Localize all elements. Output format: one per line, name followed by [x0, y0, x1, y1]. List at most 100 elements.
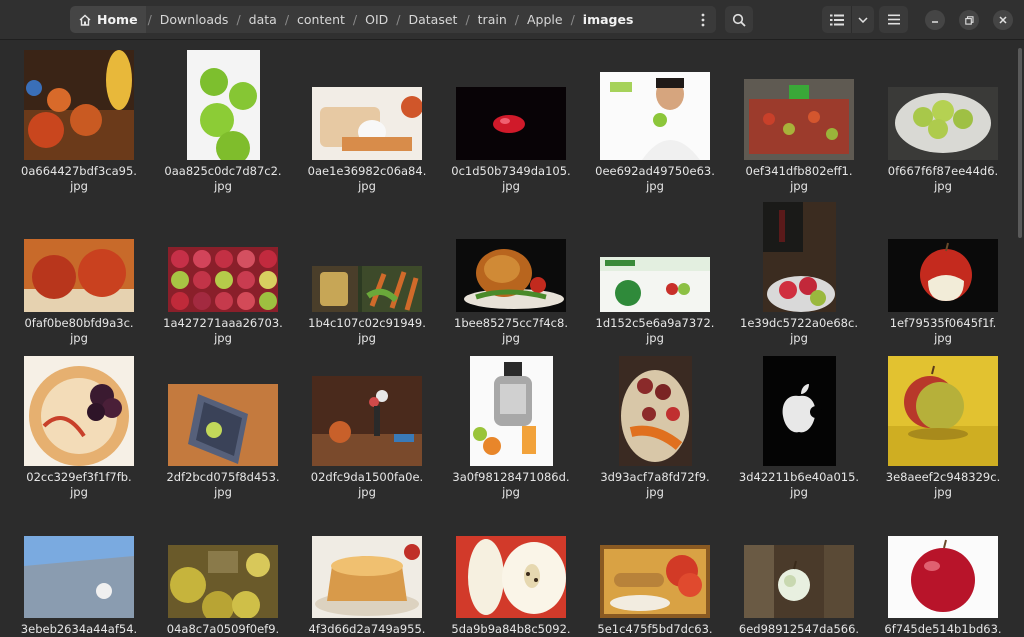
vertical-dots-icon — [701, 13, 705, 26]
header-bar: Home / Downloads / data / content / OID … — [0, 0, 1024, 40]
image-thumbnail — [456, 87, 566, 160]
file-item[interactable]: 4f3d66d2a749a955.jpg — [295, 508, 439, 637]
breadcrumb-train[interactable]: train — [472, 6, 513, 33]
file-name: 02dfc9da1500fa0e. jpg — [310, 470, 424, 499]
file-item[interactable]: 3ebeb2634a44af54.jpg — [7, 508, 151, 637]
file-name: 0ef341dfb802eff1. jpg — [745, 164, 853, 193]
file-item[interactable]: 1e39dc5722a0e68c. jpg — [727, 202, 871, 346]
file-name: 0faf0be80bfd9a3c. jpg — [24, 316, 134, 345]
breadcrumb-label: Apple — [526, 12, 563, 27]
search-icon — [732, 13, 746, 27]
file-item[interactable]: 1d152c5e6a9a7372. jpg — [583, 202, 727, 346]
minimize-icon — [932, 21, 938, 23]
vertical-scrollbar[interactable] — [1016, 40, 1022, 637]
search-button[interactable] — [725, 6, 753, 33]
image-thumbnail — [168, 545, 278, 618]
path-menu-button[interactable] — [690, 6, 716, 33]
file-name: 6f745de514b1bd63.jpg — [884, 622, 1002, 636]
image-thumbnail — [469, 356, 553, 466]
file-item[interactable]: 1b4c107c02c91949. jpg — [295, 202, 439, 346]
breadcrumb-data[interactable]: data — [243, 6, 283, 33]
breadcrumb-oid[interactable]: OID — [359, 6, 394, 33]
file-item[interactable]: 6ed98912547da566.jpg — [727, 508, 871, 637]
breadcrumb-images[interactable]: images — [577, 6, 640, 33]
file-item[interactable]: 0ae1e36982c06a84. jpg — [295, 50, 439, 194]
file-item[interactable]: 3a0f98128471086d. jpg — [439, 356, 583, 500]
file-item[interactable]: 02dfc9da1500fa0e. jpg — [295, 356, 439, 500]
image-thumbnail — [456, 536, 566, 618]
breadcrumb-separator: / — [147, 12, 152, 27]
image-thumbnail — [744, 79, 854, 160]
minimize-button[interactable] — [925, 10, 945, 30]
file-item[interactable]: 1a427271aaa26703. jpg — [151, 202, 295, 346]
image-thumbnail — [312, 536, 422, 618]
view-options-dropdown[interactable] — [851, 6, 874, 33]
image-thumbnail — [186, 50, 260, 160]
image-thumbnail — [168, 247, 278, 312]
file-name: 0c1d50b7349da105. jpg — [451, 164, 571, 193]
file-name: 0ee692ad49750e63. jpg — [595, 164, 715, 193]
close-button[interactable] — [993, 10, 1013, 30]
list-view-button[interactable] — [822, 6, 851, 33]
breadcrumb-label: Home — [97, 12, 138, 27]
breadcrumb-home[interactable]: Home — [70, 6, 146, 33]
file-item[interactable]: 5e1c475f5bd7dc63.jpg — [583, 508, 727, 637]
breadcrumb-separator: / — [514, 12, 519, 27]
file-item[interactable]: 0a664427bdf3ca95. jpg — [7, 50, 151, 194]
file-item[interactable]: 0ef341dfb802eff1. jpg — [727, 50, 871, 194]
file-item[interactable]: 1bee85275cc7f4c8. jpg — [439, 202, 583, 346]
file-name: 6ed98912547da566.jpg — [738, 622, 860, 636]
file-item[interactable]: 3e8aeef2c948329c. jpg — [871, 356, 1015, 500]
file-item[interactable]: 1ef79535f0645f1f. jpg — [871, 202, 1015, 346]
file-item[interactable]: 0c1d50b7349da105. jpg — [439, 50, 583, 194]
file-item[interactable]: 6f745de514b1bd63.jpg — [871, 508, 1015, 637]
image-thumbnail — [24, 50, 134, 160]
breadcrumb-label: data — [248, 12, 277, 27]
file-name: 0ae1e36982c06a84. jpg — [307, 164, 427, 193]
file-name: 0aa825c0dc7d87c2. jpg — [164, 164, 282, 193]
file-item[interactable]: 3d93acf7a8fd72f9. jpg — [583, 356, 727, 500]
file-name: 02cc329ef3f1f7fb. jpg — [26, 470, 132, 499]
file-item[interactable]: 0ee692ad49750e63. jpg — [583, 50, 727, 194]
file-item[interactable]: 0f667f6f87ee44d6. jpg — [871, 50, 1015, 194]
image-thumbnail — [888, 356, 998, 466]
file-item[interactable]: 5da9b9a84b8c5092.jpg — [439, 508, 583, 637]
file-item[interactable]: 3d42211b6e40a015. jpg — [727, 356, 871, 500]
breadcrumb-separator: / — [465, 12, 470, 27]
file-name: 0a664427bdf3ca95. jpg — [21, 164, 137, 193]
file-grid[interactable]: 0a664427bdf3ca95. jpg 0aa825c0dc7d87c2. jp… — [0, 40, 1016, 637]
file-name: 2df2bcd075f8d453. jpg — [166, 470, 280, 499]
path-bar[interactable]: Home / Downloads / data / content / OID … — [70, 6, 716, 33]
breadcrumb-apple[interactable]: Apple — [521, 6, 569, 33]
image-thumbnail — [744, 545, 854, 618]
breadcrumb-label: Dataset — [408, 12, 458, 27]
breadcrumb-separator: / — [236, 12, 241, 27]
maximize-button[interactable] — [959, 10, 979, 30]
file-name: 1e39dc5722a0e68c. jpg — [740, 316, 858, 345]
main-menu-button[interactable] — [879, 6, 908, 33]
file-item[interactable]: 02cc329ef3f1f7fb. jpg — [7, 356, 151, 500]
breadcrumb-content[interactable]: content — [291, 6, 351, 33]
file-manager-window: Home / Downloads / data / content / OID … — [0, 0, 1024, 637]
breadcrumb-separator: / — [570, 12, 575, 27]
file-item[interactable]: 2df2bcd075f8d453. jpg — [151, 356, 295, 500]
file-item[interactable]: 04a8c7a0509f0ef9.jpg — [151, 508, 295, 637]
file-name: 1bee85275cc7f4c8. jpg — [454, 316, 568, 345]
image-thumbnail — [456, 239, 566, 312]
breadcrumb-separator: / — [396, 12, 401, 27]
file-name: 3e8aeef2c948329c. jpg — [885, 470, 1001, 499]
file-item[interactable]: 0aa825c0dc7d87c2. jpg — [151, 50, 295, 194]
image-thumbnail — [600, 72, 710, 160]
image-thumbnail — [24, 536, 134, 618]
image-thumbnail — [888, 87, 998, 160]
image-thumbnail — [762, 202, 836, 312]
image-thumbnail — [888, 536, 998, 618]
breadcrumb-label: images — [582, 12, 634, 27]
breadcrumb-dataset[interactable]: Dataset — [402, 6, 463, 33]
file-item[interactable]: 0faf0be80bfd9a3c. jpg — [7, 202, 151, 346]
file-name: 1b4c107c02c91949. jpg — [308, 316, 426, 345]
image-thumbnail — [888, 239, 998, 312]
home-icon — [79, 14, 91, 26]
breadcrumb-downloads[interactable]: Downloads — [154, 6, 235, 33]
scrollbar-thumb[interactable] — [1018, 48, 1022, 238]
